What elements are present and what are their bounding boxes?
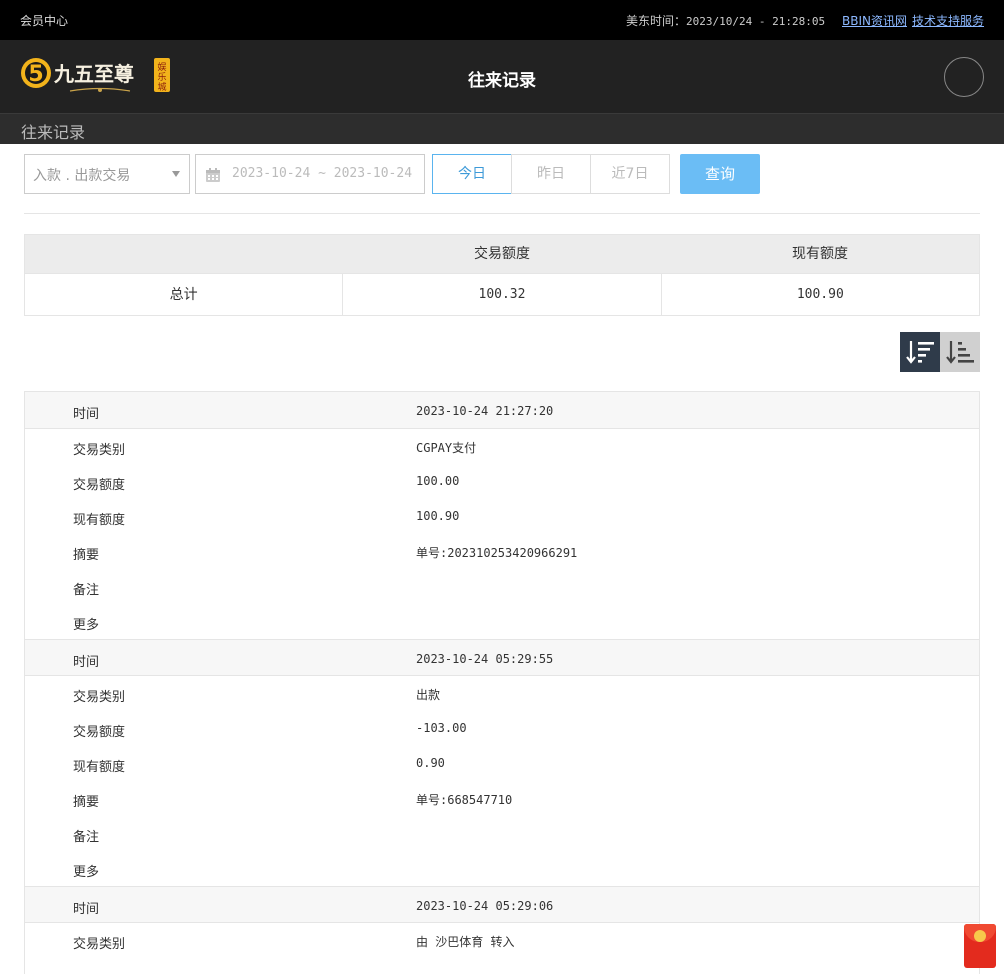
yesterday-button[interactable]: 昨日 [511, 154, 591, 194]
record-value: -103.00 [416, 721, 467, 735]
time-value: 2023/10/24 - 21:28:05 [686, 15, 826, 28]
record-row: 交易类别 CGPAY支付 [25, 429, 979, 464]
record-time-row: 时间 2023-10-24 05:29:06 [25, 886, 979, 923]
record-label: 备注 [73, 830, 100, 845]
red-packet-coin [974, 930, 986, 942]
top-bar: 会员中心 美东时间：2023/10/24 - 21:28:05 BBIN资讯网 … [0, 0, 1004, 40]
record-value: 2023-10-24 21:27:20 [416, 404, 554, 418]
record-more-label[interactable]: 更多 [73, 614, 99, 633]
today-button[interactable]: 今日 [432, 154, 512, 194]
date-end: 2023-10-24 [333, 166, 413, 181]
record-value: 100.00 [416, 474, 460, 488]
record-value: CGPAY支付 [416, 441, 477, 455]
sort-desc-icon [906, 341, 934, 364]
record-label: 现有额度 [73, 760, 126, 775]
record-row: 摘要 单号:668547710 [25, 781, 979, 816]
transaction-type-select[interactable]: 入款 . 出款交易 [24, 154, 190, 194]
record-row: 摘要 单号:202310253420966291 [25, 534, 979, 569]
summary-header-row: 交易额度 现有额度 [25, 235, 979, 273]
record-label: 交易额度 [73, 725, 126, 740]
member-center-link[interactable]: 会员中心 [20, 12, 68, 29]
record-row: 现有额度 0.90 [25, 746, 979, 781]
est-time: 美东时间：2023/10/24 - 21:28:05 [626, 12, 825, 29]
date-start: 2023-10-24 [232, 166, 311, 181]
record-time-row: 时间 2023-10-24 21:27:20 [25, 392, 979, 429]
record-label: 备注 [73, 583, 100, 598]
record-value: 单号:668547710 [416, 793, 513, 807]
sort-asc-icon [946, 341, 974, 364]
record-label: 现有额度 [73, 513, 126, 528]
record-time-row: 时间 2023-10-24 05:29:55 [25, 639, 979, 676]
record-row: 备注 [25, 569, 979, 604]
summary-total-balance: 100.90 [660, 274, 979, 315]
record-value: 出款 [416, 688, 441, 702]
summary-table: 交易额度 现有额度 总计 100.32 100.90 [24, 234, 980, 316]
record-label: 时间 [73, 902, 100, 917]
record-label: 交易类别 [73, 443, 126, 458]
summary-total-label: 总计 [169, 287, 198, 303]
red-packet-icon[interactable] [964, 924, 996, 968]
bbin-news-link[interactable]: BBIN资讯网 [842, 12, 907, 29]
transaction-records: 时间 2023-10-24 21:27:20 交易类别 CGPAY支付 交易额度… [24, 391, 980, 974]
record-value: 由 沙巴体育 转入 [416, 935, 515, 949]
summary-header-cell: 交易额度 [474, 246, 530, 262]
query-button[interactable]: 查询 [680, 154, 760, 194]
record-more-row[interactable]: 更多 [25, 604, 979, 639]
calendar-icon [206, 168, 220, 182]
record-more-label[interactable]: 更多 [73, 861, 99, 880]
sort-desc-button[interactable] [900, 332, 940, 372]
section-title: 往来记录 [21, 123, 86, 142]
record-value: 100.90 [416, 509, 460, 523]
record-value: 2023-10-24 05:29:06 [416, 899, 554, 913]
record-row: 现有额度 100.90 [25, 499, 979, 534]
record-row: 交易额度 100.00 [25, 464, 979, 499]
page-title: 往来记录 [468, 71, 536, 91]
record-value: 0.90 [416, 756, 445, 770]
record-label: 时间 [73, 407, 100, 422]
record-more-row[interactable]: 更多 [25, 851, 979, 886]
last-7-days-button[interactable]: 近7日 [590, 154, 670, 194]
record-value: 单号:202310253420966291 [416, 546, 578, 560]
date-separator: ~ [318, 166, 326, 181]
summary-total-amount: 100.32 [342, 274, 660, 315]
date-range-input[interactable]: 2023-10-24 ~ 2023-10-24 [195, 154, 425, 194]
sort-asc-button[interactable] [940, 332, 980, 372]
record-row: 交易额度 -103.00 [25, 711, 979, 746]
record-value: 2023-10-24 05:29:55 [416, 652, 554, 666]
summary-total-row: 总计 100.32 100.90 [25, 273, 979, 315]
summary-header-cell [25, 235, 343, 273]
chevron-down-icon [172, 171, 180, 177]
avatar[interactable] [944, 57, 984, 97]
transaction-type-value: 入款 . 出款交易 [33, 168, 131, 184]
sub-header: 往来记录 [0, 113, 1004, 144]
time-label: 美东时间： [626, 14, 687, 28]
record-label: 交易类别 [73, 690, 126, 705]
record-label: 摘要 [73, 548, 100, 563]
tech-support-link[interactable]: 技术支持服务 [912, 12, 984, 29]
record-row: 备注 [25, 816, 979, 851]
divider [24, 213, 980, 214]
record-label: 时间 [73, 655, 100, 670]
record-row: 交易类别 由 沙巴体育 转入 [25, 923, 979, 958]
summary-header-cell: 现有额度 [792, 246, 848, 262]
record-label: 交易额度 [73, 478, 126, 493]
record-row: 交易类别 出款 [25, 676, 979, 711]
record-label: 交易类别 [73, 937, 126, 952]
record-label: 摘要 [73, 795, 100, 810]
